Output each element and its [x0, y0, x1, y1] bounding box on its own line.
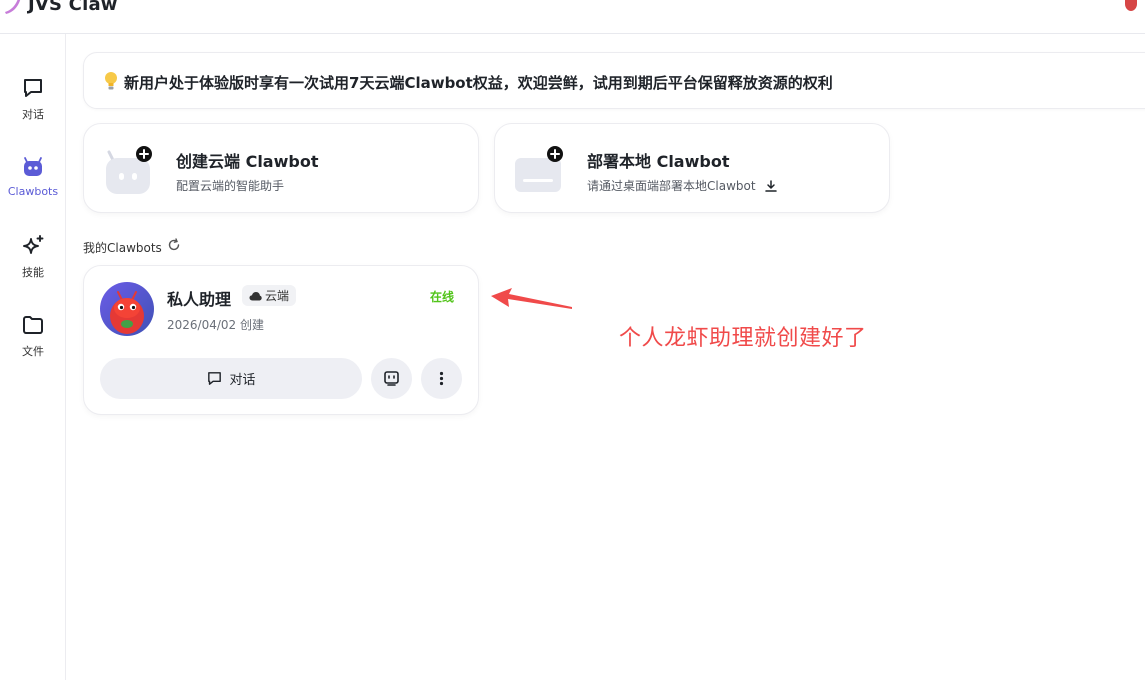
app-title: JVS Claw [28, 0, 118, 15]
cloud-icon [249, 291, 262, 300]
chat-button[interactable]: 对话 [100, 358, 362, 399]
deploy-local-clawbot-card[interactable]: 部署本地 Clawbot 请通过桌面端部署本地Clawbot [494, 123, 890, 213]
my-clawbots-heading: 我的Clawbots [83, 241, 162, 255]
chat-bubble-icon [208, 372, 222, 385]
card-title: 部署本地 Clawbot [587, 152, 730, 171]
sidebar-item-label: 技能 [22, 266, 44, 279]
card-subtitle: 配置云端的智能助手 [176, 177, 284, 194]
sidebar-item-skills[interactable]: 技能 [0, 230, 66, 292]
robot-add-icon [106, 146, 152, 194]
sidebar: 对话 Clawbots 技能 文件 [0, 34, 66, 680]
console-button[interactable] [371, 358, 412, 399]
sidebar-item-chat[interactable]: 对话 [0, 72, 66, 134]
card-subtitle-text: 请通过桌面端部署本地Clawbot [587, 179, 756, 193]
sidebar-item-clawbots[interactable]: Clawbots [0, 151, 66, 213]
sidebar-item-files[interactable]: 文件 [0, 309, 66, 371]
deployment-badge-label: 云端 [265, 289, 290, 303]
console-icon [384, 371, 399, 386]
monitor-add-icon [515, 146, 563, 192]
sidebar-item-label: Clawbots [7, 185, 59, 198]
status-badge: 在线 [430, 290, 455, 304]
bot-name: 私人助理 [167, 290, 232, 309]
clawbot-card: 私人助理 云端 在线 2026/04/02 创建 对话 [83, 265, 479, 415]
created-date: 2026/04/02 创建 [167, 318, 264, 332]
create-cloud-clawbot-card[interactable]: 创建云端 Clawbot 配置云端的智能助手 [83, 123, 479, 213]
refresh-icon[interactable] [167, 238, 181, 252]
notice-text: 新用户处于体验版时享有一次试用7天云端Clawbot权益，欢迎尝鲜，试用到期后平… [124, 74, 833, 92]
card-title: 创建云端 Clawbot [176, 152, 319, 171]
notice-banner: 新用户处于体验版时享有一次试用7天云端Clawbot权益，欢迎尝鲜，试用到期后平… [83, 52, 1145, 109]
more-vertical-icon [439, 371, 444, 386]
folder-icon [23, 316, 43, 334]
top-bar: JVS Claw [0, 0, 1145, 34]
app-logo-icon [5, 0, 21, 14]
annotation-text: 个人龙虾助理就创建好了 [619, 326, 867, 351]
robot-icon [24, 157, 42, 176]
more-options-button[interactable] [421, 358, 462, 399]
bot-avatar [100, 282, 154, 336]
deployment-badge: 云端 [242, 285, 297, 306]
card-subtitle: 请通过桌面端部署本地Clawbot [587, 177, 778, 194]
lightbulb-icon [105, 72, 117, 90]
card-subtitle-text: 配置云端的智能助手 [176, 179, 285, 193]
chat-button-label: 对话 [229, 373, 256, 388]
user-avatar-icon[interactable] [1121, 0, 1141, 12]
annotation-arrow [491, 288, 572, 309]
download-icon[interactable] [764, 179, 778, 193]
sparkle-icon [23, 235, 44, 254]
sidebar-item-label: 对话 [22, 108, 44, 121]
sidebar-item-label: 文件 [22, 345, 44, 358]
chat-bubble-icon [24, 79, 42, 97]
